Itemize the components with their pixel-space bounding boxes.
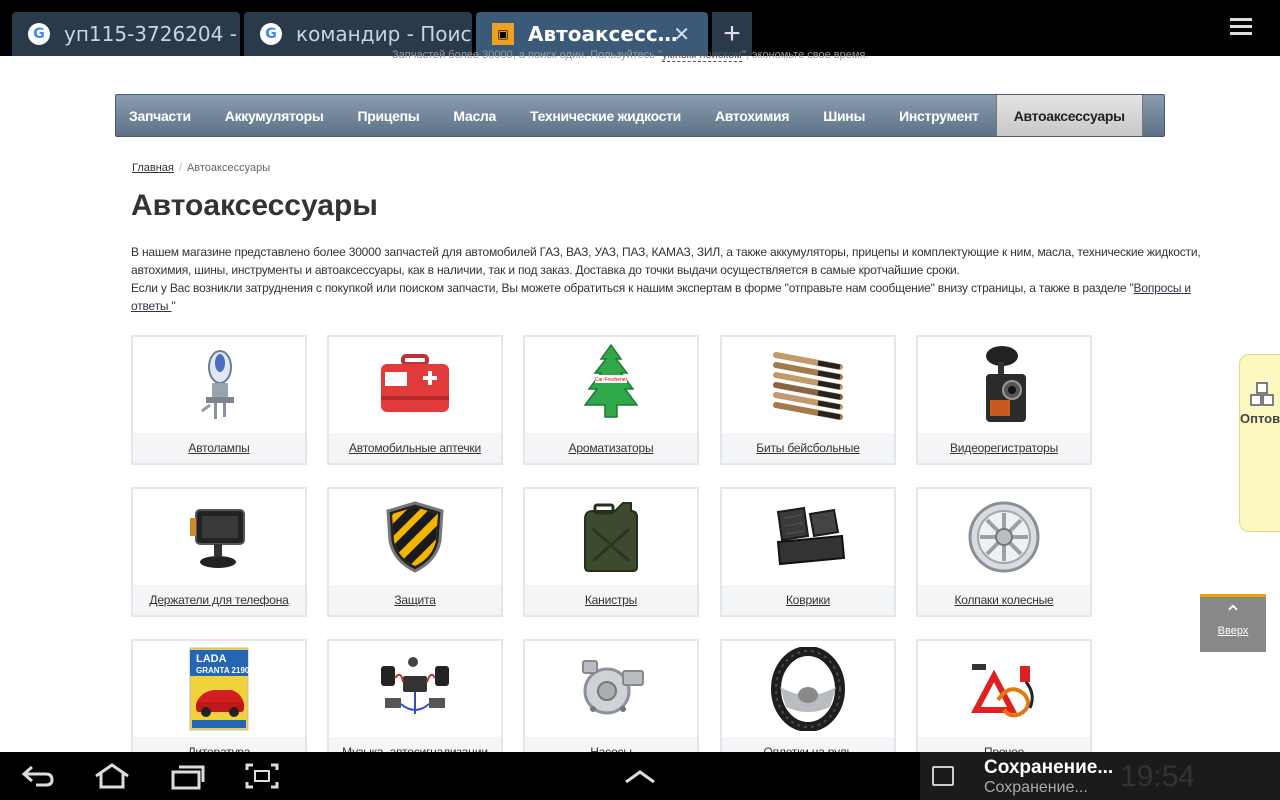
- boxes-icon: [1250, 382, 1274, 406]
- category-link[interactable]: Колпаки колесные: [918, 585, 1090, 615]
- category-card[interactable]: LADAGRANTA 2190Литература: [131, 639, 307, 769]
- first-aid-kit-icon[interactable]: [329, 337, 501, 433]
- scroll-top-label: Вверх: [1217, 625, 1249, 637]
- browser-tab-1[interactable]: G уп115-3726204 - …: [12, 12, 240, 56]
- wholesale-widget[interactable]: Оптов: [1239, 354, 1280, 532]
- description-tail: ": [171, 299, 176, 313]
- browser-menu-icon[interactable]: [1230, 14, 1260, 44]
- chevron-up-icon: ⌃: [1223, 601, 1243, 626]
- browser-tab-bar: G уп115-3726204 - … G командир - Поис… ▣…: [0, 0, 1280, 56]
- baseball-bats-icon[interactable]: [722, 337, 894, 433]
- pump-icon[interactable]: [525, 641, 697, 737]
- nav-item[interactable]: Инструмент: [882, 95, 996, 136]
- close-tab-icon[interactable]: ✕: [673, 22, 690, 46]
- nav-item[interactable]: Прицепы: [340, 95, 436, 136]
- nav-item[interactable]: Масла: [436, 95, 513, 136]
- category-link[interactable]: Видеорегистраторы: [918, 433, 1090, 463]
- search-notice: Запчастей более 30000, а поиск один. Пол…: [392, 49, 869, 62]
- category-card[interactable]: Насосы: [523, 639, 699, 769]
- category-link[interactable]: Автолампы: [133, 433, 305, 463]
- shield-icon[interactable]: [329, 489, 501, 585]
- page-description: В нашем магазине представлено более 3000…: [131, 243, 1211, 315]
- screenshot-icon[interactable]: [242, 760, 282, 792]
- steering-cover-icon[interactable]: [722, 641, 894, 737]
- wholesale-label: Оптов: [1240, 411, 1280, 426]
- recent-apps-icon[interactable]: [168, 760, 208, 792]
- image-icon: [932, 766, 954, 786]
- notification-subtitle: Сохранение...: [984, 779, 1088, 796]
- book-subtitle: GRANTA 2190: [196, 666, 250, 675]
- breadcrumb-separator: /: [178, 162, 182, 174]
- description-help-text: Если у Вас возникли затруднения с покупк…: [131, 281, 1134, 295]
- nav-item[interactable]: Шины: [806, 95, 882, 136]
- category-card[interactable]: Автолампы: [131, 335, 307, 465]
- category-card[interactable]: Автомобильные аптечки: [327, 335, 503, 465]
- air-freshener-icon[interactable]: Car-Freshener: [525, 337, 697, 433]
- chevron-up-icon[interactable]: [620, 760, 660, 792]
- freshener-text: Car-Freshener: [595, 377, 628, 383]
- category-card[interactable]: Видеорегистраторы: [916, 335, 1092, 465]
- category-card[interactable]: Держатели для телефона: [131, 487, 307, 617]
- category-card[interactable]: Прочее: [916, 639, 1092, 769]
- notice-text: Запчастей более 30000, а поиск один. Пол…: [392, 49, 662, 61]
- category-link[interactable]: Защита: [329, 585, 501, 615]
- tab-title: уп115-3726204 - …: [64, 22, 240, 46]
- car-mats-icon[interactable]: [722, 489, 894, 585]
- phone-holder-icon[interactable]: [133, 489, 305, 585]
- notice-tail: ", экономьте свое время.: [741, 49, 869, 61]
- dashcam-icon[interactable]: [918, 337, 1090, 433]
- google-icon: G: [28, 23, 50, 45]
- category-link[interactable]: Держатели для телефона: [133, 585, 305, 615]
- category-link[interactable]: Коврики: [722, 585, 894, 615]
- car-bulb-icon[interactable]: [133, 337, 305, 433]
- scroll-top-button[interactable]: ⌃ Вверх: [1200, 594, 1266, 652]
- category-card[interactable]: Коврики: [720, 487, 896, 617]
- nav-item[interactable]: Технические жидкости: [513, 95, 698, 136]
- google-icon: G: [260, 23, 282, 45]
- category-link[interactable]: Канистры: [525, 585, 697, 615]
- main-nav: Запчасти Аккумуляторы Прицепы Масла Техничес…: [115, 94, 1165, 137]
- nav-item[interactable]: Автоаксессуары: [995, 95, 1143, 136]
- category-card[interactable]: Car-Freshener Ароматизаторы: [523, 335, 699, 465]
- category-card[interactable]: Музыка, автосигнализации: [327, 639, 503, 769]
- breadcrumb: Главная / Автоаксессуары: [132, 162, 270, 174]
- nav-item[interactable]: Автохимия: [698, 95, 806, 136]
- nav-item[interactable]: Запчасти: [116, 95, 208, 136]
- smart-search-link[interactable]: умным поиском: [662, 49, 742, 62]
- category-card[interactable]: Защита: [327, 487, 503, 617]
- tab-title: командир - Поис…: [296, 22, 472, 46]
- car-alarm-icon[interactable]: [329, 641, 501, 737]
- download-notification[interactable]: 19:54 Сохранение... Сохранение...: [920, 752, 1280, 800]
- category-card[interactable]: Колпаки колесные: [916, 487, 1092, 617]
- category-card[interactable]: Канистры: [523, 487, 699, 617]
- page-title: Автоаксессуары: [131, 189, 378, 222]
- site-icon: ▣: [492, 23, 514, 45]
- category-card[interactable]: Биты бейсбольные: [720, 335, 896, 465]
- notification-title: Сохранение...: [984, 757, 1114, 778]
- category-link[interactable]: Биты бейсбольные: [722, 433, 894, 463]
- breadcrumb-current: Автоаксессуары: [186, 162, 271, 174]
- breadcrumb-home-link[interactable]: Главная: [132, 162, 174, 174]
- hubcap-icon[interactable]: [918, 489, 1090, 585]
- tab-title: Автоаксесс…: [528, 22, 678, 46]
- category-card[interactable]: Оплетки на руль: [720, 639, 896, 769]
- jerrycan-icon[interactable]: [525, 489, 697, 585]
- category-link[interactable]: Автомобильные аптечки: [329, 433, 501, 463]
- book-title: LADA: [196, 653, 227, 665]
- clock: 19:54: [1120, 760, 1196, 793]
- misc-icon[interactable]: [918, 641, 1090, 737]
- book-icon[interactable]: LADA GRANTA 2190: [133, 641, 305, 737]
- nav-item[interactable]: Аккумуляторы: [208, 95, 341, 136]
- home-icon[interactable]: [92, 760, 132, 792]
- description-text: В нашем магазине представлено более 3000…: [131, 245, 1201, 277]
- category-link[interactable]: Ароматизаторы: [525, 433, 697, 463]
- back-icon[interactable]: [18, 760, 58, 792]
